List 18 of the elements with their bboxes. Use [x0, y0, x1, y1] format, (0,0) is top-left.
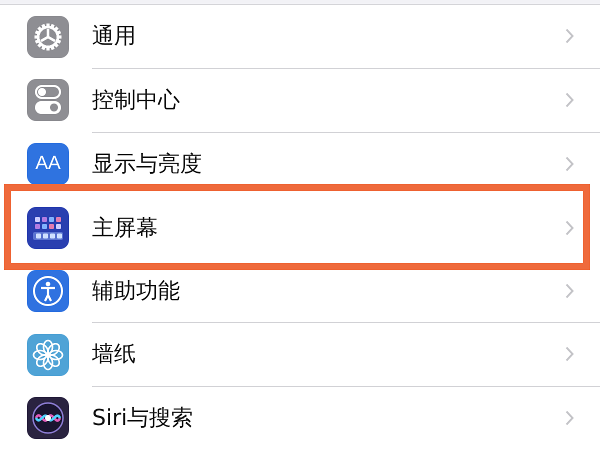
chevron-icon: [565, 156, 574, 172]
chevron-icon: [565, 346, 574, 362]
gear-icon: [33, 22, 63, 52]
toggles-icon: [35, 85, 61, 116]
chevron-icon: [565, 410, 574, 426]
setting-label[interactable]: 主屏幕: [92, 212, 158, 243]
letters-icon: AA: [35, 152, 61, 175]
chevron-icon: [565, 92, 574, 108]
chevron-icon: [565, 28, 574, 44]
grid-icon: [33, 214, 63, 241]
setting-label[interactable]: Siri与搜索: [92, 403, 194, 434]
chevron-icon: [565, 220, 574, 236]
setting-label[interactable]: 控制中心: [92, 84, 180, 115]
setting-label[interactable]: 显示与亮度: [92, 148, 202, 179]
setting-label[interactable]: 辅助功能: [92, 276, 180, 306]
setting-label[interactable]: 墙纸: [92, 339, 136, 370]
chevron-icon: [565, 282, 574, 299]
setting-label[interactable]: 通用: [92, 21, 136, 52]
